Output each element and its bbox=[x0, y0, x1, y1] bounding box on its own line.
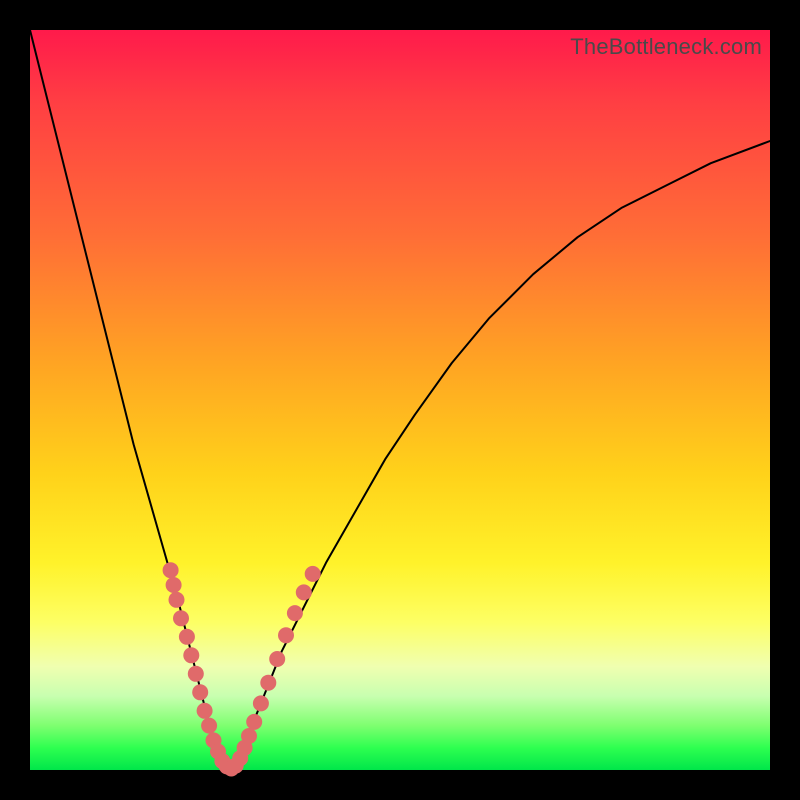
data-marker bbox=[253, 695, 269, 711]
bottleneck-curve-path bbox=[30, 30, 770, 770]
data-marker bbox=[296, 584, 312, 600]
data-marker bbox=[169, 592, 185, 608]
data-marker bbox=[246, 714, 262, 730]
data-marker bbox=[183, 647, 199, 663]
marker-group bbox=[163, 562, 321, 776]
data-marker bbox=[166, 577, 182, 593]
data-marker bbox=[269, 651, 285, 667]
chart-frame: TheBottleneck.com bbox=[0, 0, 800, 800]
data-marker bbox=[287, 605, 303, 621]
data-marker bbox=[260, 675, 276, 691]
data-marker bbox=[241, 728, 257, 744]
data-marker bbox=[192, 684, 208, 700]
curve-svg bbox=[30, 30, 770, 770]
data-marker bbox=[197, 703, 213, 719]
data-marker bbox=[163, 562, 179, 578]
data-marker bbox=[179, 629, 195, 645]
plot-area: TheBottleneck.com bbox=[30, 30, 770, 770]
data-marker bbox=[201, 718, 217, 734]
data-marker bbox=[305, 566, 321, 582]
data-marker bbox=[278, 627, 294, 643]
data-marker bbox=[188, 666, 204, 682]
data-marker bbox=[173, 610, 189, 626]
